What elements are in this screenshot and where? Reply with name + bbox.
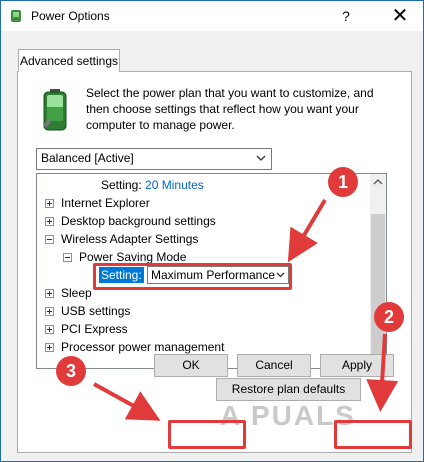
- annotation-badge-2: 2: [374, 302, 404, 332]
- arrow-2: [366, 333, 399, 412]
- tab-advanced-settings[interactable]: Advanced settings: [18, 49, 120, 72]
- arrow-3: [93, 382, 161, 421]
- annotation-badge-3: 3: [56, 356, 86, 386]
- annotation-badge-1: 1: [328, 167, 358, 197]
- arrow-1: [287, 198, 327, 263]
